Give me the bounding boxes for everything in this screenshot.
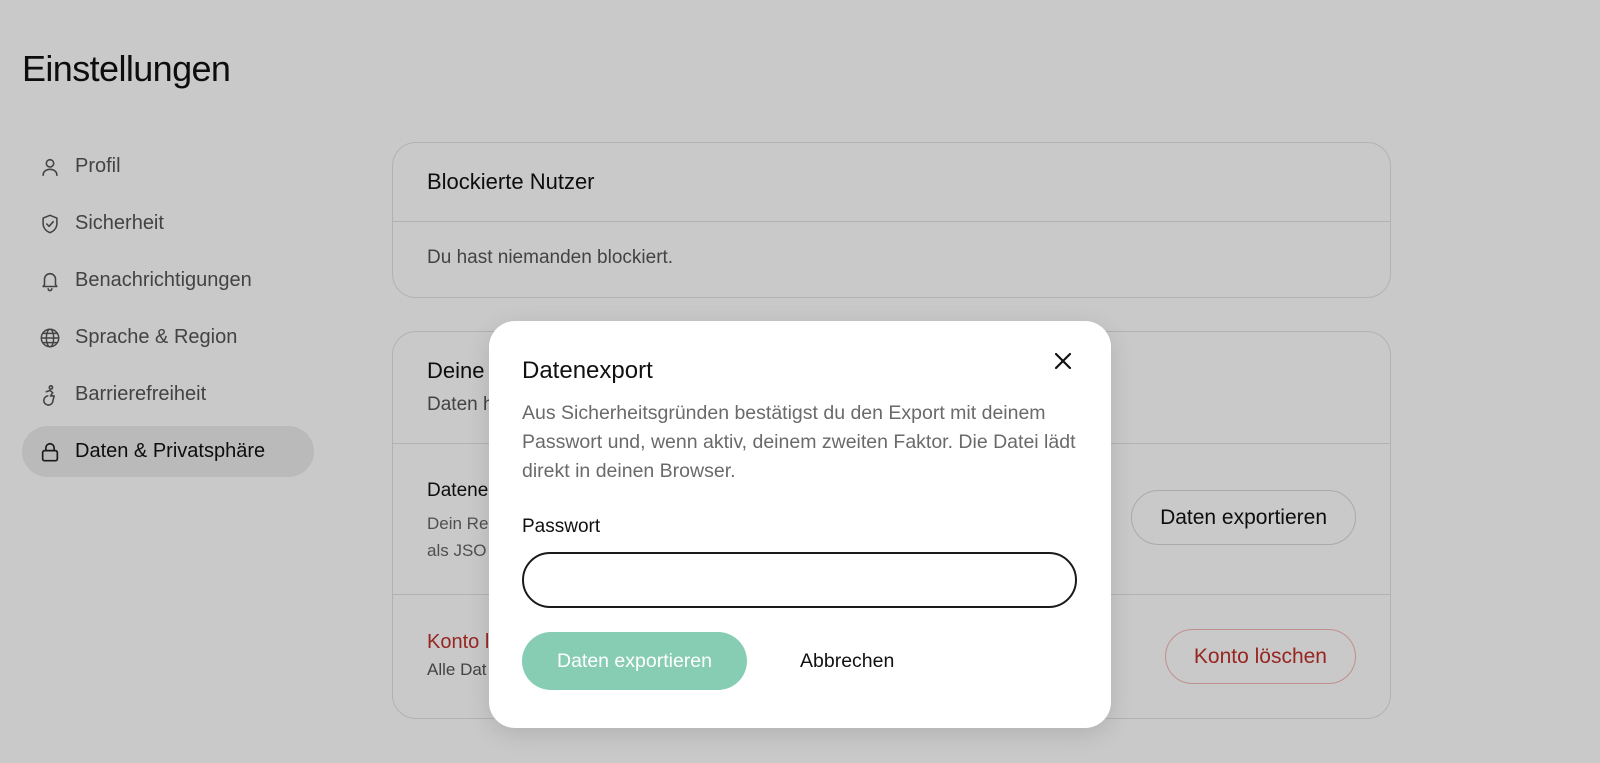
close-icon xyxy=(1054,352,1072,370)
dialog-actions: Daten exportieren Abbrechen xyxy=(522,632,1077,690)
close-button[interactable] xyxy=(1049,347,1077,375)
data-export-dialog: Datenexport Aus Sicherheitsgründen bestä… xyxy=(489,321,1111,728)
cancel-button[interactable]: Abbrechen xyxy=(800,650,894,673)
password-label: Passwort xyxy=(522,516,601,537)
dialog-description: Aus Sicherheitsgründen bestätigst du den… xyxy=(522,402,1076,482)
dialog-title: Datenexport xyxy=(522,357,653,384)
password-input[interactable] xyxy=(522,552,1077,608)
confirm-export-button[interactable]: Daten exportieren xyxy=(522,632,747,690)
settings-page: Einstellungen Profil Sicherheit Benachri… xyxy=(0,0,1600,763)
